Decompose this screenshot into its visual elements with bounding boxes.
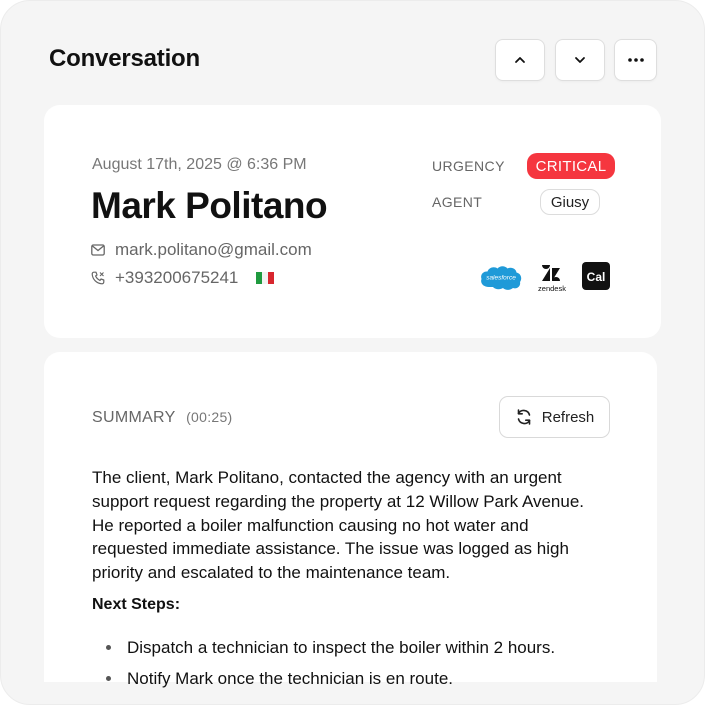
cal-logo-icon[interactable]: Cal xyxy=(582,261,612,291)
phone-icon xyxy=(91,271,105,285)
italy-flag-icon xyxy=(256,272,275,284)
chevron-up-icon xyxy=(515,57,525,63)
summary-heading: SUMMARY (00:25) xyxy=(92,409,233,427)
agent-label: AGENT xyxy=(432,194,483,210)
contact-phone-row: +393200675241 xyxy=(91,268,275,288)
chevron-down-icon xyxy=(575,57,585,63)
summary-label: SUMMARY xyxy=(92,409,176,426)
contact-email-row: mark.politano@gmail.com xyxy=(91,240,312,260)
contact-name: Mark Politano xyxy=(91,185,328,226)
conversation-datetime: August 17th, 2025 @ 6:36 PM xyxy=(92,156,307,173)
summary-text: The client, Mark Politano, contacted the… xyxy=(92,468,585,583)
contact-phone[interactable]: +393200675241 xyxy=(115,268,238,288)
mail-icon xyxy=(91,244,105,256)
svg-text:Cal: Cal xyxy=(587,270,606,284)
refresh-button-label: Refresh xyxy=(541,408,595,426)
next-conversation-button[interactable] xyxy=(555,39,605,81)
summary-card: SUMMARY (00:25) Refresh The client, Mark… xyxy=(44,352,657,688)
urgency-badge: CRITICAL xyxy=(527,153,615,179)
summary-duration: (00:25) xyxy=(186,409,233,425)
page-title: Conversation xyxy=(49,45,200,72)
contact-card: August 17th, 2025 @ 6:36 PM Mark Politan… xyxy=(44,105,661,338)
next-steps-list: Dispatch a technician to inspect the boi… xyxy=(92,636,652,698)
urgency-label: URGENCY xyxy=(432,158,505,174)
svg-text:salesforce: salesforce xyxy=(486,275,516,282)
next-steps-heading: Next Steps: xyxy=(92,596,181,613)
svg-text:zendesk: zendesk xyxy=(538,284,566,293)
more-horizontal-icon xyxy=(627,58,644,62)
agent-badge[interactable]: Giusy xyxy=(540,189,600,215)
previous-conversation-button[interactable] xyxy=(495,39,545,81)
list-item: Dispatch a technician to inspect the boi… xyxy=(92,636,652,659)
refresh-icon xyxy=(517,409,531,425)
conversation-panel: Conversation August 17th, 2025 @ 6:36 PM… xyxy=(0,0,705,705)
refresh-button[interactable]: Refresh xyxy=(499,396,610,438)
salesforce-logo-icon[interactable]: salesforce xyxy=(479,261,523,293)
list-item: Notify Mark once the technician is en ro… xyxy=(92,667,652,690)
zendesk-logo-icon[interactable]: zendesk xyxy=(530,261,574,293)
contact-email[interactable]: mark.politano@gmail.com xyxy=(115,240,312,260)
more-options-button[interactable] xyxy=(614,39,657,81)
